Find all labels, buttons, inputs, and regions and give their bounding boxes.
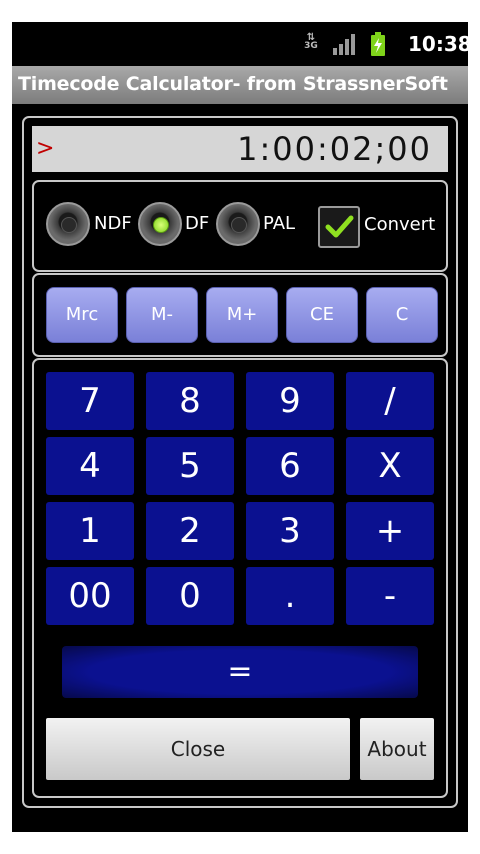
about-button[interactable]: About (360, 718, 434, 780)
radio-indicator-icon (231, 217, 247, 233)
clock: 10:38 (408, 32, 468, 56)
key-divide[interactable]: / (346, 372, 434, 430)
data-3g-icon: ⇅ 3G (304, 32, 318, 51)
radio-indicator-icon (153, 217, 169, 233)
key-9[interactable]: 9 (246, 372, 334, 430)
signal-icon (333, 34, 355, 55)
convert-checkbox[interactable] (318, 206, 360, 248)
radio-df-label: DF (185, 213, 210, 234)
key-2[interactable]: 2 (146, 502, 234, 560)
calculator-frame: > 1:00:02;00 NDF DF PAL Convert Mrc M- M… (22, 116, 458, 808)
radio-indicator-icon (61, 217, 77, 233)
radio-df[interactable] (138, 202, 182, 246)
status-bar: ⇅ 3G 10:38 (12, 22, 468, 66)
app-title-bar: Timecode Calculator- from StrassnerSoft (12, 66, 468, 104)
close-button[interactable]: Close (46, 718, 350, 780)
clear-entry-button[interactable]: CE (286, 287, 358, 343)
key-4[interactable]: 4 (46, 437, 134, 495)
timecode-display: > 1:00:02;00 (32, 126, 448, 172)
key-8[interactable]: 8 (146, 372, 234, 430)
checkmark-icon (325, 215, 354, 238)
app-title: Timecode Calculator- from StrassnerSoft (18, 73, 448, 95)
clear-button[interactable]: C (366, 287, 438, 343)
key-0[interactable]: 0 (146, 567, 234, 625)
memory-plus-button[interactable]: M+ (206, 287, 278, 343)
mode-panel: NDF DF PAL Convert (32, 180, 448, 272)
display-value: 1:00:02;00 (237, 130, 432, 168)
key-multiply[interactable]: X (346, 437, 434, 495)
radio-pal[interactable] (216, 202, 260, 246)
key-1[interactable]: 1 (46, 502, 134, 560)
phone-screen: ⇅ 3G 10:38 Timecode Calculator- from Str… (12, 22, 468, 832)
equals-button[interactable]: = (62, 646, 418, 698)
key-5[interactable]: 5 (146, 437, 234, 495)
key-period[interactable]: . (246, 567, 334, 625)
radio-ndf-label: NDF (94, 213, 132, 234)
convert-label: Convert (364, 214, 436, 235)
memory-panel: Mrc M- M+ CE C (32, 273, 448, 357)
key-6[interactable]: 6 (246, 437, 334, 495)
radio-ndf[interactable] (46, 202, 90, 246)
key-plus[interactable]: + (346, 502, 434, 560)
display-prompt: > (36, 136, 55, 161)
key-00[interactable]: 00 (46, 567, 134, 625)
memory-minus-button[interactable]: M- (126, 287, 198, 343)
battery-charging-icon (371, 32, 385, 56)
key-minus[interactable]: - (346, 567, 434, 625)
keypad-panel: 7 8 9 / 4 5 6 X 1 2 3 + 00 0 . - = Close… (32, 358, 448, 798)
memory-recall-button[interactable]: Mrc (46, 287, 118, 343)
key-7[interactable]: 7 (46, 372, 134, 430)
key-3[interactable]: 3 (246, 502, 334, 560)
radio-pal-label: PAL (263, 213, 296, 234)
